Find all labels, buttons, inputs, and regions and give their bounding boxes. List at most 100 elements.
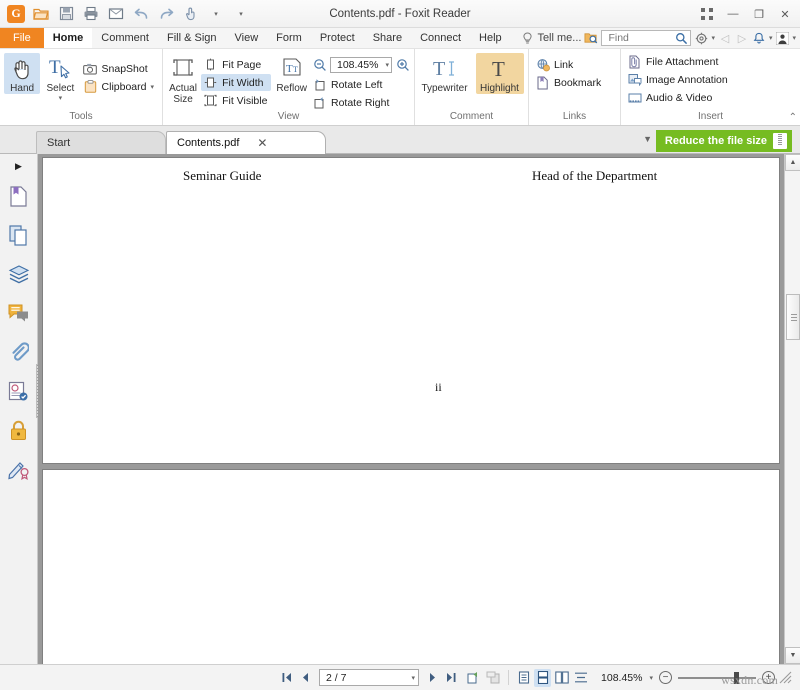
bookmark-label: Bookmark [554, 77, 601, 89]
fit-page-button[interactable]: Fit Page [201, 56, 271, 73]
menu-tab-share[interactable]: Share [364, 28, 411, 48]
open-file-icon[interactable] [29, 3, 53, 25]
previous-page-button[interactable] [297, 669, 314, 687]
next-page-button[interactable] [424, 669, 441, 687]
notification-bell-icon[interactable] [752, 31, 766, 45]
fit-visible-button[interactable]: Fit Visible [201, 92, 271, 109]
doc-tab-contents-pdf[interactable]: Contents.pdf ✕ [166, 131, 326, 154]
tell-me-button[interactable]: Tell me... [520, 31, 581, 45]
continuous-facing-view-button[interactable] [572, 669, 589, 687]
image-annotation-button[interactable]: Image Annotation [625, 71, 732, 88]
grid-view-icon[interactable] [694, 2, 720, 26]
resize-grip-icon[interactable] [777, 669, 794, 687]
previous-view-button[interactable] [466, 669, 483, 687]
menu-tab-connect[interactable]: Connect [411, 28, 470, 48]
search-document-icon[interactable] [584, 31, 598, 45]
sidebar-item-attachments[interactable] [0, 334, 37, 373]
file-attachment-button[interactable]: File Attachment [625, 53, 732, 70]
zoom-out-button[interactable]: − [659, 671, 672, 684]
sidebar-item-layers[interactable] [0, 256, 37, 295]
bell-caret-icon[interactable]: ▾ [769, 34, 773, 42]
undo-icon[interactable] [129, 3, 153, 25]
highlight-button[interactable]: T Highlight [476, 53, 524, 94]
user-caret-icon[interactable]: ▾ [792, 34, 796, 42]
printer-icon[interactable] [79, 3, 103, 25]
fit-width-button[interactable]: Fit Width [201, 74, 271, 91]
qat-caret-down-icon[interactable]: ▾ [204, 3, 228, 25]
close-button[interactable]: ✕ [772, 2, 798, 26]
rotate-right-button[interactable]: Rotate Right [310, 94, 410, 111]
typewriter-button[interactable]: T Typewriter [420, 53, 470, 94]
last-page-button[interactable] [443, 669, 460, 687]
doc-tab-start[interactable]: Start [36, 131, 166, 154]
menu-tab-fill-sign[interactable]: Fill & Sign [158, 28, 226, 48]
nav-back-icon[interactable]: ◁ [718, 31, 732, 45]
sidebar-item-signatures[interactable] [0, 451, 37, 490]
menu-tab-form[interactable]: Form [267, 28, 311, 48]
chevron-up-icon[interactable]: ⌃ [789, 112, 797, 123]
signature-icon [8, 459, 30, 483]
close-icon[interactable]: ✕ [257, 136, 267, 150]
next-view-button[interactable] [485, 669, 502, 687]
continuous-view-button[interactable] [534, 669, 551, 687]
nav-forward-icon[interactable]: ▷ [735, 31, 749, 45]
vertical-scrollbar[interactable]: ▲ ▼ [784, 154, 800, 664]
sidebar-item-comments[interactable] [0, 295, 37, 334]
find-search-icon[interactable] [675, 31, 688, 45]
reduce-file-size-button[interactable]: Reduce the file size [656, 130, 792, 152]
zoom-out-icon[interactable] [312, 58, 327, 72]
minimize-button[interactable]: — [720, 2, 746, 26]
first-page-button[interactable] [278, 669, 295, 687]
redo-icon[interactable] [154, 3, 178, 25]
scrollbar-thumb[interactable] [786, 294, 800, 340]
select-dropdown-caret-icon[interactable]: ▾ [59, 94, 63, 102]
bookmark-button[interactable]: Bookmark [533, 74, 605, 91]
document-viewport[interactable]: Seminar Guide Head of the Department ii … [38, 154, 784, 664]
touch-mode-icon[interactable] [179, 3, 203, 25]
menu-tab-view[interactable]: View [226, 28, 268, 48]
expand-panel-icon[interactable]: ▶ [0, 154, 37, 178]
select-tool-button[interactable]: T Select ▾ [42, 53, 78, 102]
settings-caret-icon[interactable]: ▾ [711, 34, 715, 42]
reflow-button[interactable]: TT Reflow [275, 53, 308, 94]
sidebar-item-bookmarks[interactable] [0, 178, 37, 217]
settings-gear-icon[interactable] [694, 31, 708, 45]
actual-size-button[interactable]: Actual Size [167, 53, 199, 105]
maximize-button[interactable]: ❐ [746, 2, 772, 26]
single-page-view-button[interactable] [515, 669, 532, 687]
tab-overflow-chevron-down-icon[interactable]: ▼ [643, 134, 652, 144]
menu-tab-home[interactable]: Home [44, 28, 93, 48]
menu-tab-protect[interactable]: Protect [311, 28, 364, 48]
hand-tool-button[interactable]: Hand [4, 53, 40, 94]
scroll-up-arrow-icon[interactable]: ▲ [785, 154, 800, 171]
status-zoom-caret-icon[interactable]: ▾ [649, 674, 653, 682]
scroll-down-arrow-icon[interactable]: ▼ [785, 647, 800, 664]
audio-video-button[interactable]: Audio & Video [625, 89, 732, 106]
facing-view-button[interactable] [553, 669, 570, 687]
qat-customize-icon[interactable]: ▾ [229, 3, 253, 25]
rotate-left-button[interactable]: Rotate Left [310, 76, 410, 93]
save-disk-icon[interactable] [54, 3, 78, 25]
zoom-in-icon[interactable] [395, 58, 410, 72]
page-number-caret-icon[interactable]: ▾ [412, 674, 416, 682]
find-input-wrap[interactable] [601, 30, 691, 46]
menu-tab-file[interactable]: File [0, 28, 44, 48]
menu-tab-comment[interactable]: Comment [92, 28, 158, 48]
sidebar-item-pages[interactable] [0, 217, 37, 256]
clipboard-caret-icon[interactable]: ▾ [150, 83, 154, 91]
snapshot-button[interactable]: SnapShot [81, 60, 158, 77]
find-input[interactable] [606, 31, 675, 45]
page-number-combobox[interactable]: 2 / 7 ▾ [319, 669, 419, 686]
foxit-logo-icon[interactable]: G [4, 3, 28, 25]
email-icon[interactable] [104, 3, 128, 25]
ribbon-zoom-caret-icon[interactable]: ▾ [385, 61, 389, 69]
sidebar-item-digital-ids[interactable] [0, 373, 37, 412]
fit-width-label: Fit Width [222, 77, 263, 89]
sidebar-item-security[interactable] [0, 412, 37, 451]
ribbon-zoom-combobox[interactable]: 108.45% ▾ [330, 57, 392, 73]
clipboard-button[interactable]: Clipboard ▾ [81, 78, 158, 95]
user-avatar-icon[interactable] [775, 31, 789, 45]
comment-group-label: Comment [419, 111, 524, 125]
link-button[interactable]: Link [533, 56, 605, 73]
menu-tab-help[interactable]: Help [470, 28, 511, 48]
